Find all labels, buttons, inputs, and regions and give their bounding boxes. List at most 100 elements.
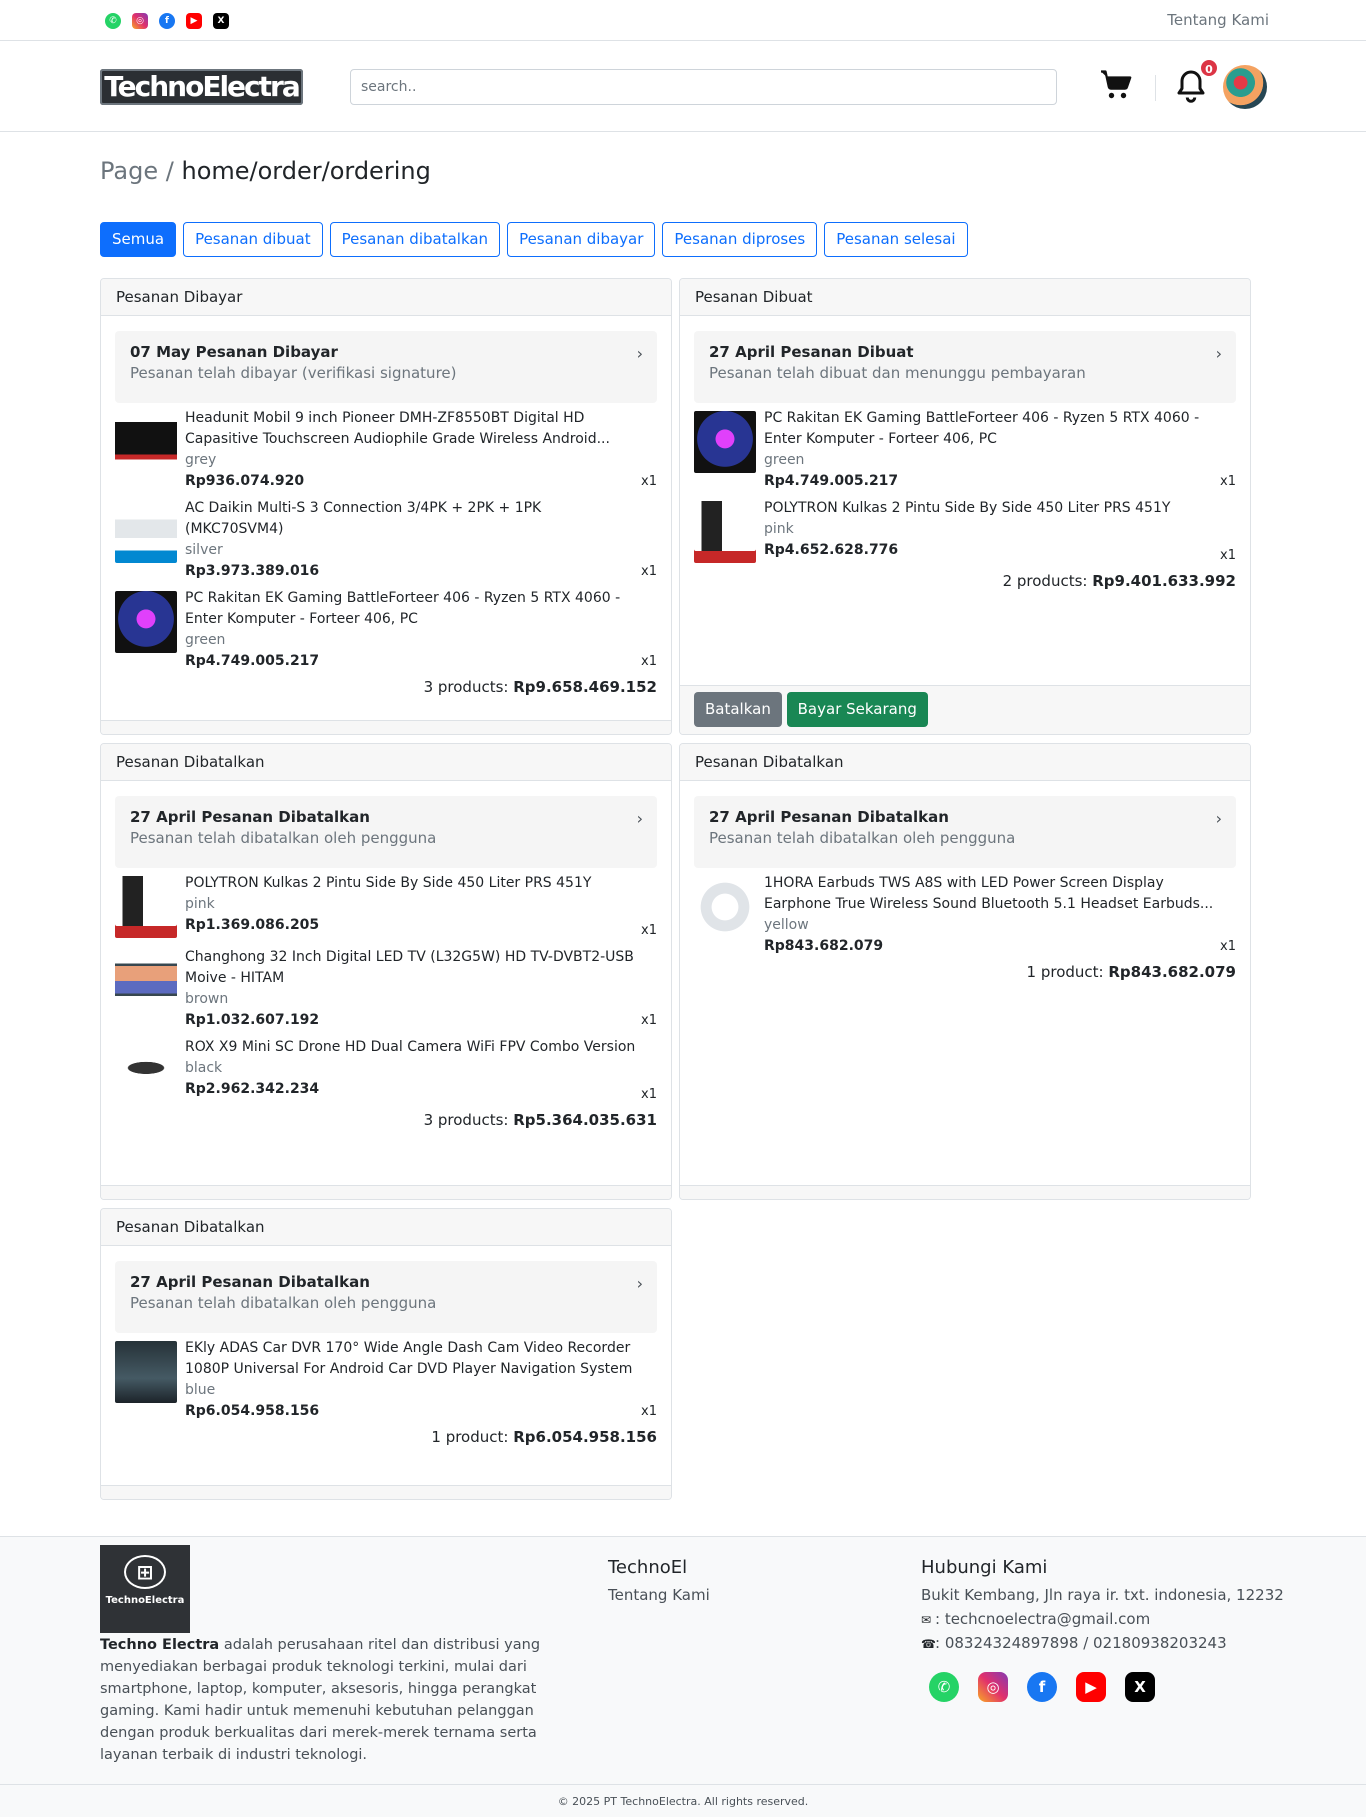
cart-icon[interactable] — [1098, 67, 1134, 103]
phone-icon: ☎ — [921, 1637, 936, 1651]
order-summary[interactable]: 27 April Pesanan Dibatalkan Pesanan tela… — [115, 1261, 657, 1333]
product-name: PC Rakitan EK Gaming BattleForteer 406 -… — [185, 590, 621, 627]
order-item[interactable]: POLYTRON Kulkas 2 Pintu Side By Side 450… — [694, 498, 1236, 566]
order-total: 3 products: Rp9.658.469.152 — [115, 678, 657, 696]
product-name: POLYTRON Kulkas 2 Pintu Side By Side 450… — [185, 875, 592, 891]
facebook-icon[interactable]: f — [159, 13, 175, 29]
product-variant: silver — [185, 542, 223, 558]
product-quantity: x1 — [641, 564, 657, 579]
order-item[interactable]: Headunit Mobil 9 inch Pioneer DMH-ZF8550… — [115, 408, 657, 492]
order-total-value: Rp9.401.633.992 — [1092, 572, 1236, 590]
avatar[interactable] — [1223, 65, 1267, 109]
search-input[interactable] — [350, 69, 1057, 105]
x-icon[interactable]: X — [1125, 1672, 1155, 1702]
order-summary[interactable]: 27 April Pesanan Dibatalkan Pesanan tela… — [115, 796, 657, 868]
order-subtitle: Pesanan telah dibatalkan oleh pengguna — [709, 829, 1016, 847]
order-subtitle: Pesanan telah dibatalkan oleh pengguna — [130, 829, 437, 847]
order-item[interactable]: AC Daikin Multi-S 3 Connection 3/4PK + 2… — [115, 498, 657, 582]
footer-phone: : 08324324897898 / 02180938203243 — [935, 1634, 1227, 1652]
pay-now-button[interactable]: Bayar Sekarang — [786, 692, 928, 727]
footer-contact-title: Hubungi Kami — [921, 1557, 1048, 1578]
product-thumbnail — [115, 591, 177, 653]
product-variant: pink — [185, 896, 215, 912]
order-card-cancelled: Pesanan Dibatalkan 27 April Pesanan Diba… — [679, 743, 1251, 1200]
product-price: Rp1.032.607.192 — [185, 1012, 320, 1028]
about-link[interactable]: Tentang Kami — [1167, 11, 1269, 29]
youtube-icon[interactable]: ▶ — [186, 13, 202, 29]
tab-paid[interactable]: Pesanan dibayar — [507, 222, 656, 257]
order-card-paid: Pesanan Dibayar 07 May Pesanan Dibayar P… — [100, 278, 672, 735]
order-item[interactable]: 1HORA Earbuds TWS A8S with LED Power Scr… — [694, 873, 1236, 957]
tower-icon: ⊞ — [124, 1555, 166, 1589]
product-name: 1HORA Earbuds TWS A8S with LED Power Scr… — [764, 875, 1214, 912]
order-total-value: Rp9.658.469.152 — [513, 678, 657, 696]
order-summary[interactable]: 07 May Pesanan Dibayar Pesanan telah dib… — [115, 331, 657, 403]
order-item[interactable]: POLYTRON Kulkas 2 Pintu Side By Side 450… — [115, 873, 657, 941]
whatsapp-icon[interactable]: ✆ — [929, 1672, 959, 1702]
order-total-value: Rp843.682.079 — [1108, 963, 1236, 981]
chevron-right-icon[interactable]: › — [1216, 344, 1222, 363]
product-variant: green — [185, 632, 226, 648]
instagram-icon[interactable]: ◎ — [132, 13, 148, 29]
tab-created[interactable]: Pesanan dibuat — [183, 222, 323, 257]
product-price: Rp936.074.920 — [185, 473, 305, 489]
order-item[interactable]: PC Rakitan EK Gaming BattleForteer 406 -… — [115, 588, 657, 672]
chevron-right-icon[interactable]: › — [637, 809, 643, 828]
tab-cancelled[interactable]: Pesanan dibatalkan — [329, 222, 501, 257]
footer-about-link[interactable]: Tentang Kami — [608, 1586, 710, 1604]
order-summary[interactable]: 27 April Pesanan Dibatalkan Pesanan tela… — [694, 796, 1236, 868]
youtube-icon[interactable]: ▶ — [1076, 1672, 1106, 1702]
footer-description-text: adalah perusahaan ritel dan distribusi y… — [100, 1637, 541, 1763]
logo[interactable]: TechnoElectra — [100, 69, 303, 105]
product-quantity: x1 — [1220, 548, 1236, 563]
product-quantity: x1 — [641, 923, 657, 938]
order-subtitle: Pesanan telah dibuat dan menunggu pembay… — [709, 364, 1086, 382]
whatsapp-icon[interactable]: ✆ — [105, 13, 121, 29]
product-thumbnail — [115, 1341, 177, 1403]
top-social-links: ✆ ◎ f ▶ X — [105, 13, 229, 29]
tab-processed[interactable]: Pesanan diproses — [662, 222, 818, 257]
top-bar: ✆ ◎ f ▶ X Tentang Kami — [0, 0, 1366, 41]
order-summary[interactable]: 27 April Pesanan Dibuat Pesanan telah di… — [694, 331, 1236, 403]
x-icon[interactable]: X — [213, 13, 229, 29]
footer-links: TechnoEl Tentang Kami — [608, 1557, 710, 1604]
tab-all[interactable]: Semua — [100, 222, 177, 257]
order-card-cancelled: Pesanan Dibatalkan 27 April Pesanan Diba… — [100, 743, 672, 1200]
product-thumbnail — [694, 876, 756, 938]
product-name: Headunit Mobil 9 inch Pioneer DMH-ZF8550… — [185, 410, 610, 447]
chevron-right-icon[interactable]: › — [1216, 809, 1222, 828]
product-quantity: x1 — [1220, 939, 1236, 954]
footer: ⊞ TechnoElectra Techno Electra adalah pe… — [0, 1536, 1366, 1817]
chevron-right-icon[interactable]: › — [637, 344, 643, 363]
order-card-footer — [101, 1185, 671, 1199]
product-thumbnail — [115, 501, 177, 563]
footer-email[interactable]: : techcnoelectra@gmail.com — [935, 1610, 1150, 1628]
product-name: AC Daikin Multi-S 3 Connection 3/4PK + 2… — [185, 500, 542, 537]
footer-social-links: ✆ ◎ f ▶ X — [929, 1672, 1155, 1702]
order-subtitle: Pesanan telah dibayar (verifikasi signat… — [130, 364, 457, 382]
product-thumbnail — [115, 411, 177, 473]
facebook-icon[interactable]: f — [1027, 1672, 1057, 1702]
product-quantity: x1 — [1220, 474, 1236, 489]
order-item[interactable]: EKly ADAS Car DVR 170° Wide Angle Dash C… — [115, 1338, 657, 1422]
product-thumbnail — [115, 876, 177, 938]
order-item[interactable]: PC Rakitan EK Gaming BattleForteer 406 -… — [694, 408, 1236, 492]
tab-completed[interactable]: Pesanan selesai — [824, 222, 968, 257]
order-item[interactable]: ROX X9 Mini SC Drone HD Dual Camera WiFi… — [115, 1037, 657, 1105]
breadcrumb-separator: / — [165, 157, 174, 185]
order-total: 2 products: Rp9.401.633.992 — [694, 572, 1236, 590]
product-price: Rp2.962.342.234 — [185, 1081, 320, 1097]
order-item[interactable]: Changhong 32 Inch Digital LED TV (L32G5W… — [115, 947, 657, 1031]
footer-phone-row: ☎: 08324324897898 / 02180938203243 — [921, 1634, 1284, 1652]
instagram-icon[interactable]: ◎ — [978, 1672, 1008, 1702]
product-price: Rp1.369.086.205 — [185, 917, 320, 933]
header: TechnoElectra 0 — [0, 41, 1366, 132]
order-card-footer: Batalkan Bayar Sekarang — [680, 685, 1250, 734]
cancel-order-button[interactable]: Batalkan — [694, 692, 782, 727]
product-variant: yellow — [764, 917, 809, 933]
order-status-tabs: Semua Pesanan dibuat Pesanan dibatalkan … — [100, 222, 968, 257]
footer-logo-text: TechnoElectra — [105, 1595, 185, 1606]
chevron-right-icon[interactable]: › — [637, 1274, 643, 1293]
product-price: Rp4.749.005.217 — [764, 473, 899, 489]
order-total-label: 1 product: — [431, 1428, 509, 1446]
